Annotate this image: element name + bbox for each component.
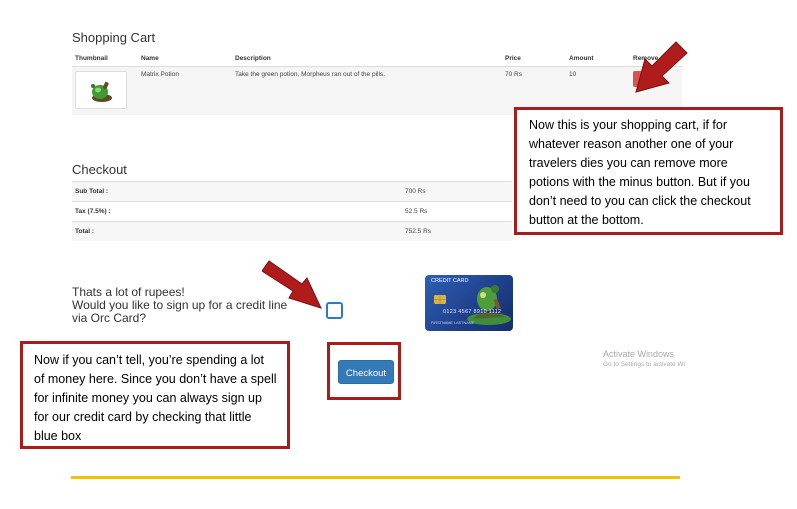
- total-label: Total :: [72, 221, 402, 241]
- money-callout: Now if you can’t tell, you’re spending a…: [20, 341, 290, 449]
- tax-label: Tax (7.5%) :: [72, 201, 402, 222]
- column-header-name: Name: [138, 51, 232, 67]
- cart-table: Thumbnail Name Description Price Amount …: [72, 51, 682, 115]
- checkout-title: Checkout: [72, 162, 127, 177]
- table-row: Sub Total : 700 Rs: [72, 181, 512, 202]
- total-value: 752.5 Rs: [402, 221, 512, 241]
- subtotal-value: 700 Rs: [402, 181, 512, 202]
- credit-offer-text: Thats a lot of rupees! Would you like to…: [72, 286, 287, 325]
- item-description: Take the green potion, Morpheus ran out …: [232, 66, 502, 115]
- footer-divider: [71, 476, 680, 479]
- potion-icon: [91, 81, 112, 102]
- credit-offer-line-3: via Orc Card?: [72, 311, 147, 325]
- card-number: 0123 4567 8910 1112: [443, 309, 502, 315]
- checkout-button[interactable]: Checkout: [338, 360, 394, 384]
- arrow-to-remove-icon: [635, 41, 688, 93]
- money-callout-text: Now if you can’t tell, you’re spending a…: [34, 353, 277, 443]
- column-header-amount: Amount: [566, 51, 630, 67]
- cart-callout: Now this is your shopping cart, if for w…: [514, 107, 783, 235]
- tax-value: 52.5 Rs: [402, 201, 512, 222]
- cart-title: Shopping Cart: [72, 30, 156, 45]
- subtotal-label: Sub Total :: [72, 181, 402, 202]
- table-row: Tax (7.5%) : 52.5 Rs: [72, 201, 512, 222]
- arrow-to-checkbox-icon: [262, 260, 322, 309]
- checkout-totals-table: Sub Total : 700 Rs Tax (7.5%) : 52.5 Rs …: [72, 181, 512, 241]
- activate-windows-subtitle: Go to Settings to activate Wi: [603, 361, 686, 368]
- column-header-price: Price: [502, 51, 566, 67]
- item-name: Matrix Potion: [138, 66, 232, 115]
- orc-credit-card-image: CREDIT CARD 0123 4567 8910 1112 FIRSTNAM…: [425, 275, 513, 331]
- column-header-description: Description: [232, 51, 502, 67]
- column-header-thumbnail: Thumbnail: [72, 51, 138, 67]
- activate-windows-title: Activate Windows: [603, 349, 675, 359]
- cart-callout-text: Now this is your shopping cart, if for w…: [529, 118, 751, 227]
- table-row: Total : 752.5 Rs: [72, 221, 512, 241]
- credit-signup-checkbox[interactable]: [326, 302, 343, 319]
- card-holder: FIRSTNAME LASTNAME: [431, 321, 475, 325]
- potion-thumbnail: [75, 71, 127, 109]
